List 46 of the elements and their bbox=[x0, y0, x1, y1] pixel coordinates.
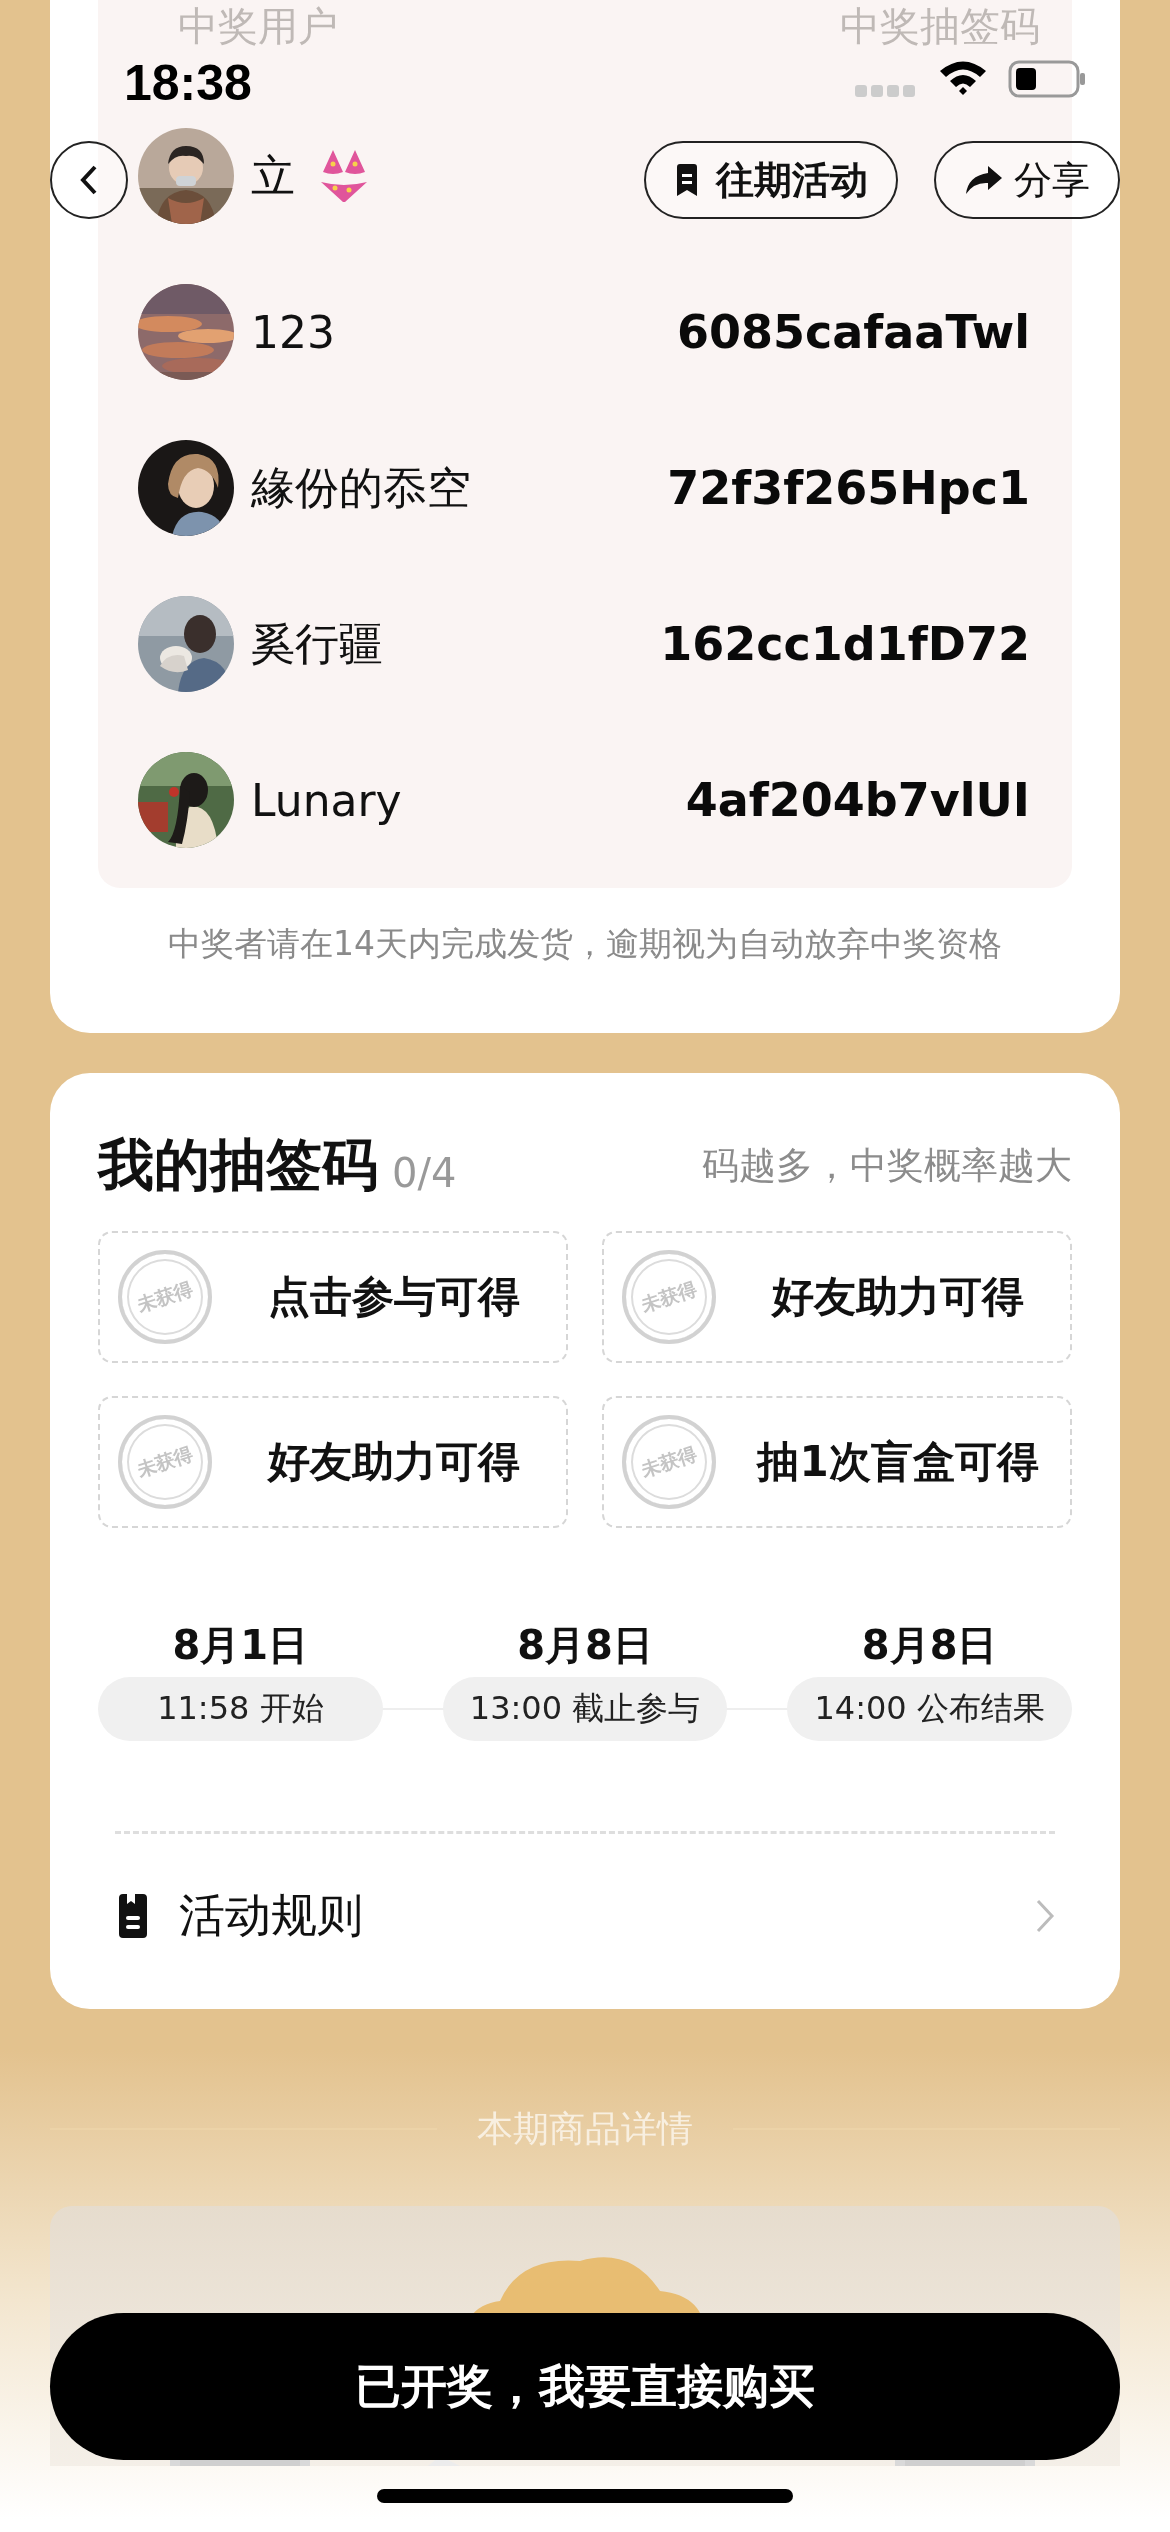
stamp: 未获得 bbox=[118, 1250, 212, 1344]
step-time: 13:00 截止参与 bbox=[442, 1677, 728, 1741]
ticket-label: 抽1次盲盒可得 bbox=[755, 1436, 1040, 1488]
back-icon bbox=[79, 164, 99, 196]
ticket-label: 点击参与可得 bbox=[267, 1271, 521, 1323]
step-time: 14:00 公布结果 bbox=[787, 1677, 1072, 1741]
code-ticket[interactable]: 未获得 点击参与可得 bbox=[98, 1231, 568, 1363]
stamp: 未获得 bbox=[622, 1250, 716, 1344]
share-button[interactable]: 分享 bbox=[934, 141, 1120, 219]
step-date: 8月8日 bbox=[861, 1621, 998, 1670]
winner-name: 立 bbox=[251, 148, 295, 203]
winner-name: 123 bbox=[251, 306, 335, 358]
code-count: 0/4 bbox=[392, 1150, 457, 1196]
share-icon bbox=[964, 164, 1004, 196]
draw-code: 162cc1d1fD72 bbox=[660, 617, 1030, 671]
column-header: 中奖抽签码 bbox=[840, 4, 1040, 48]
ticket-label: 好友助力可得 bbox=[266, 1436, 521, 1488]
clock-time: 18:38 bbox=[124, 54, 252, 112]
buy-button[interactable]: 已开奖，我要直接购买 bbox=[50, 2313, 1120, 2460]
code-ticket[interactable]: 未获得 好友助力可得 bbox=[98, 1396, 568, 1528]
ticket-label: 好友助力可得 bbox=[770, 1271, 1025, 1323]
code-ticket[interactable]: 未获得 好友助力可得 bbox=[602, 1231, 1072, 1363]
step-time: 11:58 开始 bbox=[98, 1677, 383, 1741]
draw-code: 4af204b7vlUI bbox=[685, 773, 1030, 827]
stamp: 未获得 bbox=[622, 1415, 716, 1509]
section-title: 我的抽签码 bbox=[98, 1131, 378, 1199]
stamp: 未获得 bbox=[118, 1415, 212, 1509]
home-indicator[interactable] bbox=[377, 2489, 793, 2503]
winner-name: Lunary bbox=[251, 774, 402, 826]
signal-icon bbox=[855, 85, 915, 99]
section-title: 本期商品详情 bbox=[477, 2106, 693, 2151]
draw-code: 6085cafaaTwl bbox=[676, 305, 1030, 359]
past-events-button[interactable]: 往期活动 bbox=[644, 141, 898, 219]
hint-text: 码越多，中奖概率越大 bbox=[702, 1143, 1072, 1189]
step-date: 8月1日 bbox=[172, 1621, 309, 1670]
code-ticket[interactable]: 未获得 抽1次盲盒可得 bbox=[602, 1396, 1072, 1528]
bookmark-icon bbox=[674, 164, 700, 196]
winner-note: 中奖者请在14天内完成发货，逾期视为自动放弃中奖资格 bbox=[167, 923, 1003, 965]
battery-icon bbox=[1008, 60, 1086, 98]
column-header: 中奖用户 bbox=[178, 4, 338, 48]
chevron-right-icon[interactable] bbox=[1035, 1898, 1055, 1934]
draw-code: 72f3f265Hpc1 bbox=[667, 461, 1030, 515]
winner-name: 奚行疆 bbox=[251, 616, 383, 671]
winner-name: 緣份的忝空 bbox=[251, 460, 471, 515]
rules-link[interactable]: 活动规则 bbox=[179, 1885, 363, 1947]
step-date: 8月8日 bbox=[517, 1621, 653, 1670]
